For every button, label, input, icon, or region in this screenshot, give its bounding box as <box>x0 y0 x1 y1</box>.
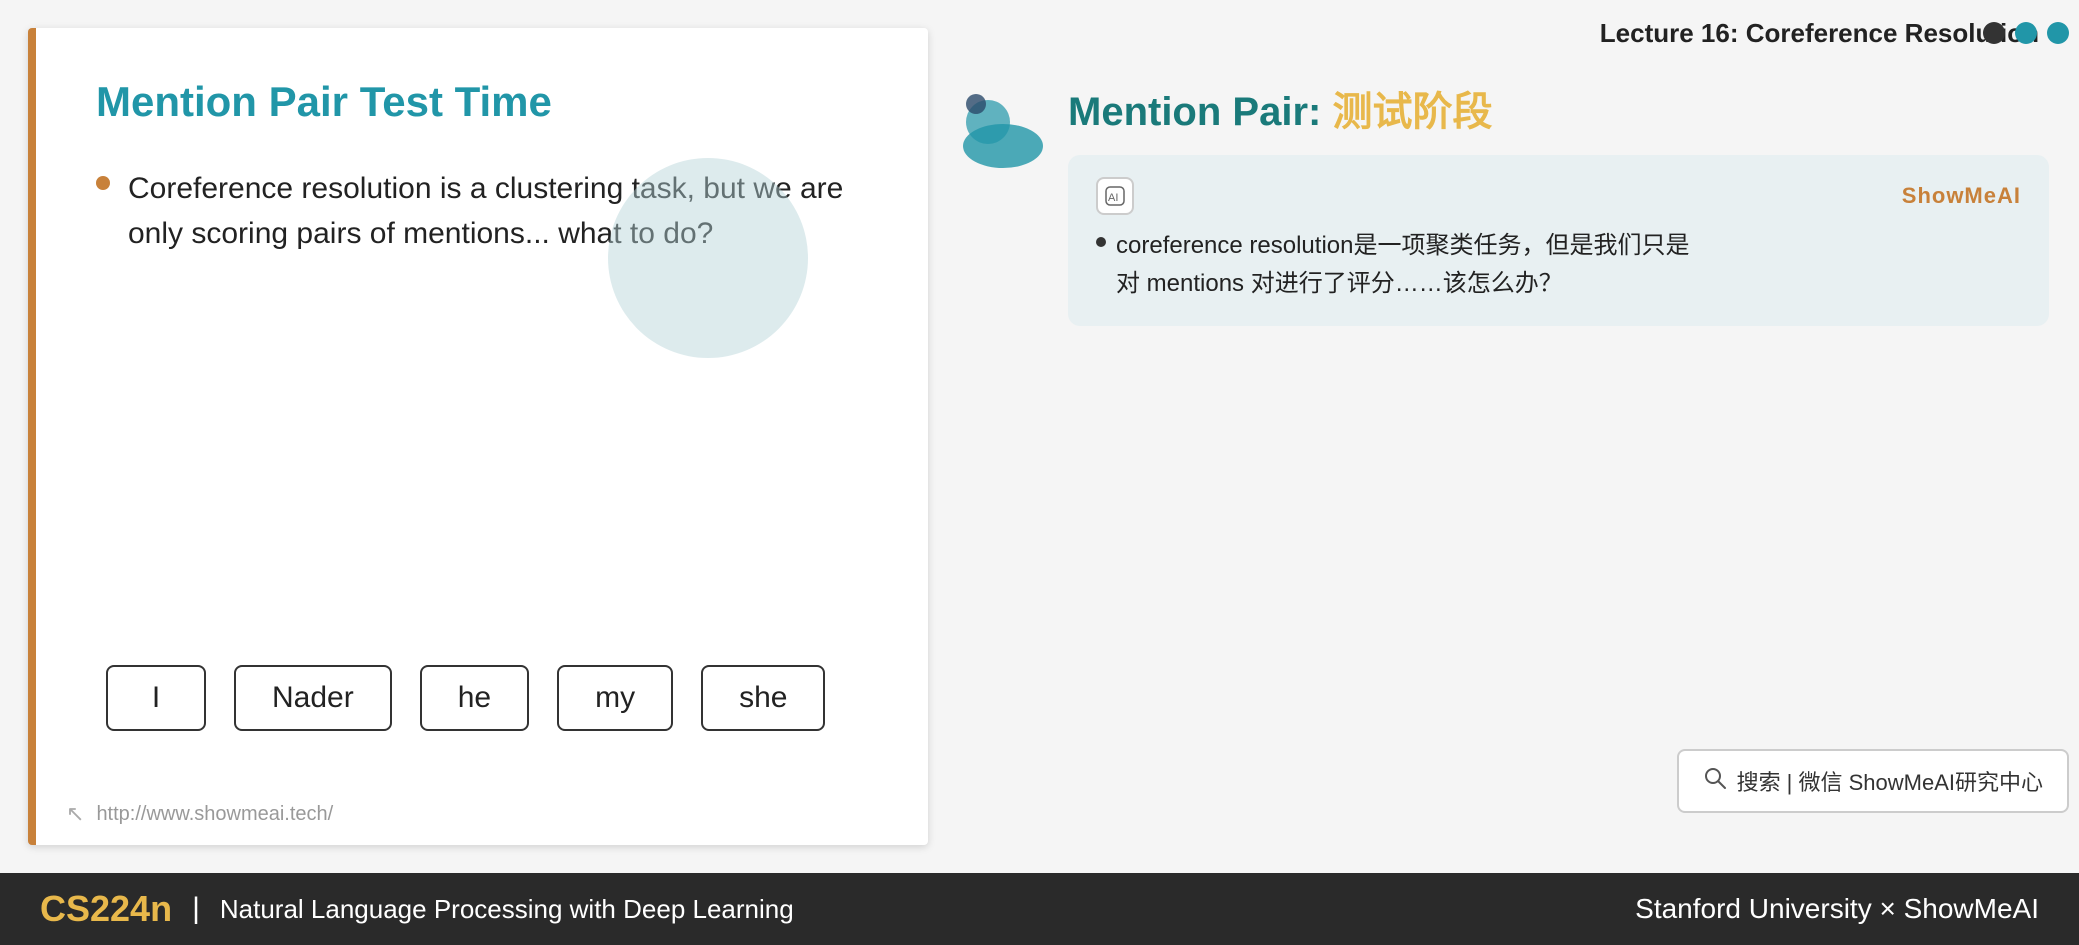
search-text: 搜索 | 微信 ShowMeAI研究中心 <box>1737 765 2043 797</box>
ai-icon: AI <box>1096 177 1134 215</box>
translation-text: coreference resolution是一项聚类任务，但是我们只是 对 m… <box>1116 227 1689 304</box>
bullet-dot-icon <box>96 176 110 190</box>
subtitle-text: Natural Language Processing with Deep Le… <box>220 894 794 925</box>
dots-row <box>1983 22 2069 44</box>
translation-box: AI ShowMeAI coreference resolution是一项聚类任… <box>1068 155 2049 326</box>
stanford-showmeai: Stanford University × ShowMeAI <box>1635 893 2039 924</box>
dot-3 <box>2047 22 2069 44</box>
translation-bullet: coreference resolution是一项聚类任务，但是我们只是 对 m… <box>1096 227 2021 304</box>
translation-card-wrapper: Mention Pair: 测试阶段 AI ShowMeAI <box>958 79 2049 326</box>
translation-line1: coreference resolution是一项聚类任务，但是我们只是 <box>1116 232 1689 259</box>
mention-pair-title: Mention Pair: 测试阶段 <box>1068 79 2049 137</box>
lecture-title: Lecture 16: Coreference Resolution <box>958 0 2049 49</box>
slide-panel: Mention Pair Test Time Coreference resol… <box>28 28 928 845</box>
svg-text:AI: AI <box>1108 192 1118 204</box>
trans-dot <box>1096 237 1106 247</box>
slide-footer: ↖ http://www.showmeai.tech/ <box>36 791 928 845</box>
translation-line2: 对 mentions 对进行了评分……该怎么办？ <box>1116 270 1563 297</box>
right-panel: Lecture 16: Coreference Resolution Menti… <box>928 0 2079 873</box>
cs224n-label: CS224n <box>40 888 172 930</box>
search-bar-label: 搜索 | 微信 ShowMeAI研究中心 <box>1737 770 2043 795</box>
slide-title: Mention Pair Test Time <box>96 78 868 126</box>
mention-pair-icon <box>958 84 1048 174</box>
mention-pair-title-part1: Mention Pair: <box>1068 90 1332 134</box>
token-my: my <box>557 665 673 731</box>
mention-pair-title-part2: 测试阶段 <box>1332 90 1492 134</box>
showmeai-label: ShowMeAI <box>1902 183 2021 209</box>
search-bar[interactable]: 搜索 | 微信 ShowMeAI研究中心 <box>1677 749 2069 813</box>
search-bar-wrapper: 搜索 | 微信 ShowMeAI研究中心 <box>1677 749 2069 813</box>
bottom-bar: CS224n | Natural Language Processing wit… <box>0 873 2079 945</box>
dot-1 <box>1983 22 2005 44</box>
cursor-icon: ↖ <box>66 801 84 827</box>
pipe: | <box>192 892 200 926</box>
footer-url: http://www.showmeai.tech/ <box>96 803 333 826</box>
circle-decoration <box>608 158 808 358</box>
token-she: she <box>701 665 825 731</box>
right-content: Mention Pair: 测试阶段 AI ShowMeAI <box>1068 79 2049 326</box>
token-I: I <box>106 665 206 731</box>
search-icon <box>1703 766 1727 796</box>
dot-2 <box>2015 22 2037 44</box>
token-Nader: Nader <box>234 665 392 731</box>
token-he: he <box>420 665 529 731</box>
token-row: I Nader he my she <box>106 665 868 751</box>
bottom-right: Stanford University × ShowMeAI <box>1635 893 2039 925</box>
translation-box-header: AI ShowMeAI <box>1096 177 2021 215</box>
bottom-left: CS224n | Natural Language Processing wit… <box>40 888 794 930</box>
